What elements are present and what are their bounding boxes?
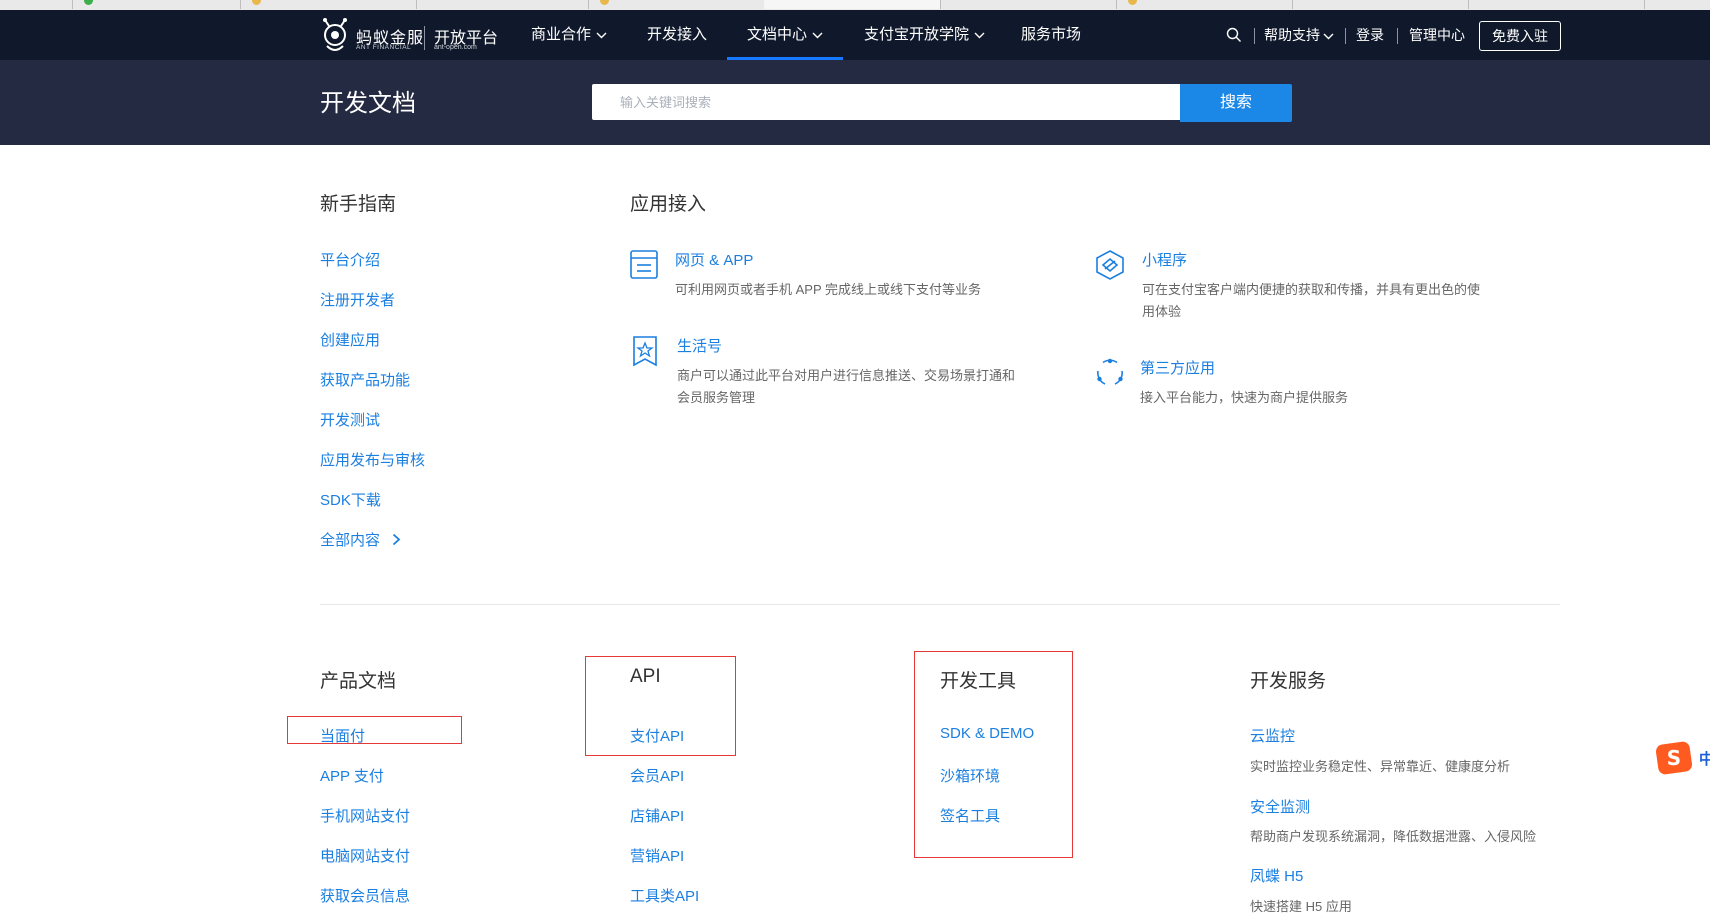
service-cloud-monitor-desc: 实时监控业务稳定性、异常靠近、健康度分析 (1250, 759, 1511, 774)
svg-text:S: S (1667, 746, 1681, 770)
nav-business[interactable]: 商业合作 (531, 10, 607, 60)
mini-program-icon (1096, 250, 1124, 280)
browser-tab[interactable] (588, 0, 765, 9)
tab-favicon-icon (600, 0, 609, 5)
api-link-member[interactable]: 会员API (630, 765, 684, 786)
nav-divider (1345, 28, 1346, 44)
card-lifestyle-account-desc: 商户可以通过此平台对用户进行信息推送、交易场景打通和会员服务管理 (677, 368, 1016, 405)
nav-dev-access[interactable]: 开发接入 (647, 10, 707, 60)
guide-link-create-app[interactable]: 创建应用 (320, 329, 380, 350)
guide-link-publish-review[interactable]: 应用发布与审核 (320, 449, 425, 470)
browser-tab[interactable] (1644, 0, 1710, 9)
guide-link-dev-test[interactable]: 开发测试 (320, 409, 380, 430)
browser-tab-active[interactable] (764, 0, 941, 9)
card-lifestyle-account-title[interactable]: 生活号 (677, 335, 722, 356)
doc-search-input[interactable] (592, 84, 1208, 120)
api-link-store[interactable]: 店铺API (630, 805, 684, 826)
browser-tab[interactable] (1116, 0, 1293, 9)
nav-item-label: 支付宝开放学院 (864, 26, 970, 43)
guide-link-get-features[interactable]: 获取产品功能 (320, 369, 410, 390)
browser-window-icon (630, 250, 658, 279)
guide-link-register[interactable]: 注册开发者 (320, 289, 395, 310)
annotation-box-dev-tools (914, 651, 1073, 858)
chevron-down-icon (1323, 33, 1334, 40)
chevron-down-icon (812, 32, 823, 39)
product-link-member-info[interactable]: 获取会员信息 (320, 885, 410, 906)
app-access-section-title: 应用接入 (630, 194, 707, 215)
guide-link-platform-intro[interactable]: 平台介绍 (320, 249, 380, 270)
nav-alipay-academy[interactable]: 支付宝开放学院 (864, 10, 985, 60)
guide-link-sdk-download[interactable]: SDK下载 (320, 489, 381, 510)
top-navbar: 蚂蚁金服 ANT FINANCIAL 开放平台 ant-open.com 商业合… (0, 10, 1710, 60)
nav-item-label: 服务市场 (1021, 26, 1082, 43)
card-mini-program-desc: 可在支付宝客户端内便捷的获取和传播，并具有更出色的使用体验 (1142, 282, 1481, 319)
nav-service-market[interactable]: 服务市场 (1021, 10, 1081, 60)
service-cloud-monitor-title[interactable]: 云监控 (1250, 725, 1295, 746)
browser-tab[interactable] (240, 0, 417, 9)
card-third-party-title[interactable]: 第三方应用 (1140, 357, 1215, 378)
free-signup-button[interactable]: 免费入驻 (1479, 21, 1561, 51)
third-party-icon (1097, 358, 1123, 385)
browser-tab[interactable] (416, 0, 589, 9)
product-link-wap-pay[interactable]: 手机网站支付 (320, 805, 410, 826)
admin-center-link[interactable]: 管理中心 (1409, 10, 1465, 60)
section-divider (320, 604, 1560, 605)
api-link-marketing[interactable]: 营销API (630, 845, 684, 866)
link-label: 全部内容 (320, 532, 381, 549)
browser-tab[interactable] (72, 0, 241, 9)
card-mini-program-title[interactable]: 小程序 (1142, 249, 1187, 270)
search-icon[interactable] (1226, 27, 1242, 43)
tab-favicon-icon (1128, 0, 1137, 5)
login-link[interactable]: 登录 (1356, 10, 1384, 60)
chevron-right-icon (393, 533, 401, 546)
tab-favicon-icon (84, 0, 93, 5)
nav-item-label: 帮助支持 (1264, 27, 1320, 43)
logo-divider (424, 26, 425, 50)
api-link-tools[interactable]: 工具类API (630, 885, 699, 906)
nav-doc-center[interactable]: 文档中心 (726, 10, 844, 60)
browser-tab[interactable] (1292, 0, 1469, 9)
ant-logo-icon (323, 18, 347, 51)
page-title: 开发文档 (320, 90, 416, 117)
brand-subtitle: ANT FINANCIAL (356, 44, 412, 51)
chevron-down-icon (974, 32, 985, 39)
nav-help-support[interactable]: 帮助支持 (1264, 10, 1334, 60)
card-web-app-title[interactable]: 网页 & APP (675, 249, 753, 270)
annotation-box-face-to-face (287, 716, 462, 744)
service-fengdie-h5-desc: 快速搭建 H5 应用 (1250, 899, 1352, 914)
guide-section-title: 新手指南 (320, 194, 397, 215)
search-button[interactable]: 搜索 (1180, 84, 1292, 122)
service-security-desc: 帮助商户发现系统漏洞，降低数据泄露、入侵风险 (1250, 829, 1537, 844)
input-method-s-icon[interactable]: S 中 (1655, 740, 1710, 776)
card-third-party-desc: 接入平台能力，快速为商户提供服务 (1140, 390, 1349, 405)
service-security-title[interactable]: 安全监测 (1250, 796, 1310, 817)
nav-item-label: 开发接入 (647, 26, 708, 43)
annotation-box-api (585, 656, 736, 756)
tab-favicon-icon (252, 0, 261, 5)
card-web-app-desc: 可利用网页或者手机 APP 完成线上或线下支付等业务 (675, 282, 982, 297)
platform-subtitle: ant-open.com (434, 44, 477, 51)
svg-text:中: 中 (1699, 750, 1710, 768)
browser-tab[interactable] (0, 0, 73, 9)
service-fengdie-h5-title[interactable]: 凤蝶 H5 (1250, 865, 1303, 886)
browser-tab[interactable] (1468, 0, 1645, 9)
nav-divider (1397, 28, 1398, 44)
nav-item-label: 文档中心 (747, 26, 808, 43)
browser-tab[interactable] (940, 0, 1117, 9)
nav-divider (1254, 28, 1255, 44)
product-link-app-pay[interactable]: APP 支付 (320, 765, 384, 786)
doc-hero-banner: 开发文档 搜索 (0, 60, 1710, 145)
services-section-title: 开发服务 (1250, 671, 1327, 692)
guide-link-all-content[interactable]: 全部内容 (320, 529, 401, 550)
products-section-title: 产品文档 (320, 671, 397, 692)
product-link-pc-pay[interactable]: 电脑网站支付 (320, 845, 410, 866)
star-bookmark-icon (633, 336, 657, 367)
nav-item-label: 商业合作 (531, 26, 592, 43)
chevron-down-icon (596, 32, 607, 39)
